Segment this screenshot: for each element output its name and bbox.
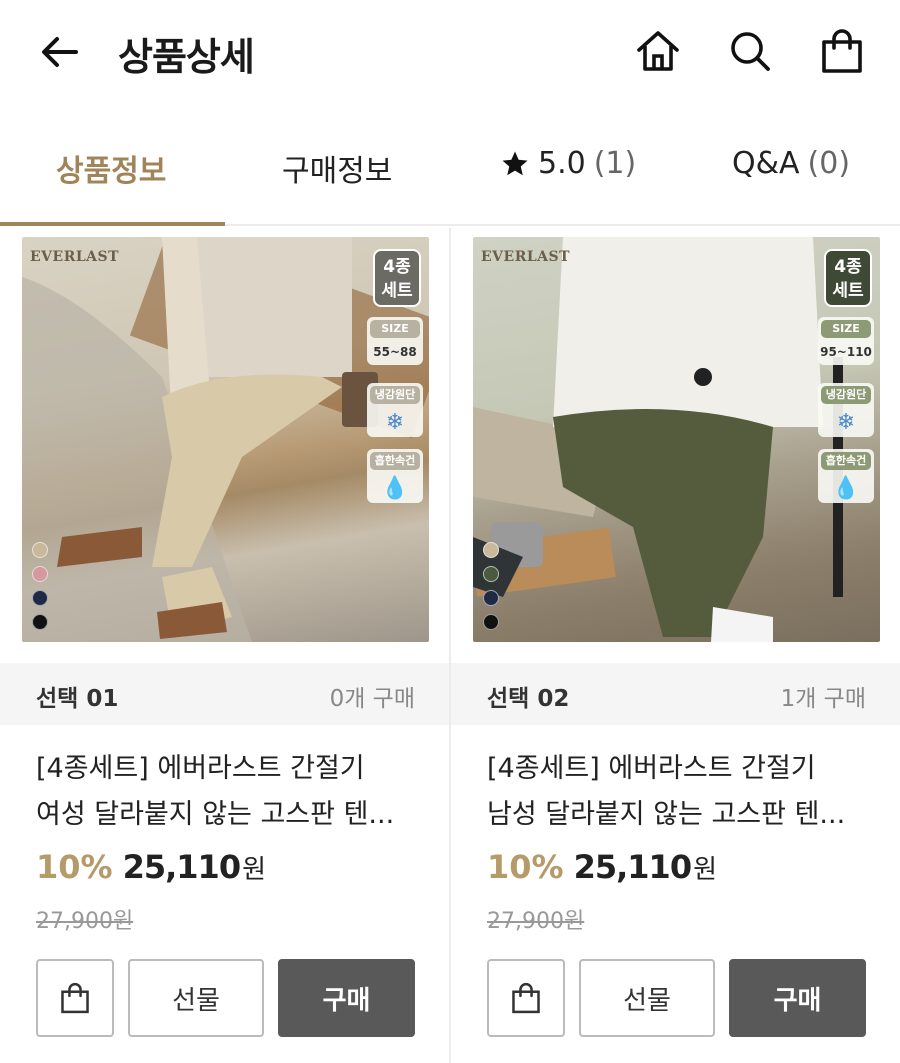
gift-button[interactable]: 선물	[128, 959, 264, 1037]
quickdry-badge: 흡한속건 💧	[818, 449, 874, 503]
rating-value: 5.0	[538, 146, 586, 181]
tab-label: 상품정보	[56, 154, 167, 189]
product-image[interactable]: EVERLAST 4종 세트 SIZE 95~110 냉감원단 ❄ 흡한속건 💧	[473, 237, 880, 642]
set-badge: 4종 세트	[824, 249, 872, 307]
cooling-badge: 냉감원단 ❄	[818, 383, 874, 437]
tab-product-info[interactable]: 상품정보	[56, 146, 166, 190]
add-to-cart-button[interactable]	[36, 959, 114, 1037]
size-badge: SIZE 55~88	[367, 317, 423, 365]
tab-bar: 상품정보 구매정보 5.0 (1) Q&A (0)	[0, 118, 900, 226]
shopping-bag-icon	[512, 982, 540, 1014]
shopping-bag-icon	[61, 982, 89, 1014]
product-image[interactable]: EVERLAST 4종 세트 SIZE 55~88 냉감원단 ❄ 흡한속건 💧	[22, 237, 429, 642]
sale-price: 25,110	[573, 848, 692, 886]
tab-qna[interactable]: Q&A (0)	[732, 146, 850, 181]
home-icon	[637, 31, 679, 71]
cooling-badge: 냉감원단 ❄	[367, 383, 423, 437]
discount-rate: 10%	[487, 848, 564, 886]
size-badge: SIZE 95~110	[818, 317, 874, 365]
size-range: 95~110	[820, 345, 872, 359]
swatch-pink	[32, 566, 48, 582]
star-icon	[502, 151, 528, 175]
option-bar: 선택 01 0개 구매	[0, 663, 449, 725]
swatch-black	[483, 614, 499, 630]
option-label: 선택 02	[487, 686, 570, 712]
product-name[interactable]: [4종세트] 에버라스트 간절기 여성 달라붙지 않는 고스판 텐...	[36, 746, 426, 838]
product-name-line: [4종세트] 에버라스트 간절기	[487, 753, 816, 784]
qna-count: (0)	[807, 146, 851, 181]
set-badge: 4종 세트	[373, 249, 421, 307]
tab-label: Q&A	[732, 146, 800, 181]
currency-unit: 원	[242, 855, 266, 885]
currency-unit: 원	[693, 855, 717, 885]
product-name-line: 여성 달라붙지 않는 고스판 텐...	[36, 799, 395, 830]
swatch-black	[32, 614, 48, 630]
product-name-line: [4종세트] 에버라스트 간절기	[36, 753, 365, 784]
product-name-line: 남성 달라붙지 않는 고스판 텐...	[487, 799, 846, 830]
feature-label: 냉감원단	[821, 386, 871, 404]
original-price: 27,900원	[487, 909, 585, 934]
product-name[interactable]: [4종세트] 에버라스트 간절기 남성 달라붙지 않는 고스판 텐...	[487, 746, 877, 838]
color-swatches	[483, 542, 499, 630]
buy-button[interactable]: 구매	[278, 959, 415, 1037]
original-price: 27,900원	[36, 909, 134, 934]
gift-button[interactable]: 선물	[579, 959, 715, 1037]
review-count: (1)	[593, 146, 637, 181]
brand-logo: EVERLAST	[481, 249, 571, 265]
product-card: EVERLAST 4종 세트 SIZE 95~110 냉감원단 ❄ 흡한속건 💧…	[451, 228, 900, 1063]
feature-label: 냉감원단	[370, 386, 420, 404]
tab-reviews[interactable]: 5.0 (1)	[500, 146, 636, 181]
back-button[interactable]	[36, 28, 84, 76]
brand-logo: EVERLAST	[30, 249, 120, 265]
search-icon	[731, 32, 770, 71]
active-tab-indicator	[0, 222, 225, 226]
swatch-navy	[32, 590, 48, 606]
swatch-khaki	[483, 566, 499, 582]
purchase-count: 1개 구매	[780, 686, 866, 712]
back-arrow-icon	[42, 37, 78, 67]
size-label: SIZE	[821, 320, 871, 338]
price-row: 10% 25,110 원	[487, 848, 717, 886]
snowflake-icon: ❄	[836, 409, 856, 435]
product-photo-illustration	[22, 237, 429, 642]
feature-label: 흡한속건	[370, 452, 420, 470]
snowflake-icon: ❄	[385, 409, 405, 435]
badge-text: 4종	[834, 257, 862, 277]
home-button[interactable]	[634, 27, 682, 75]
product-photo-illustration	[473, 237, 843, 642]
app-header: 상품상세	[0, 0, 900, 105]
tab-purchase-info[interactable]: 구매정보	[282, 146, 392, 190]
swatch-beige	[483, 542, 499, 558]
purchase-count: 0개 구매	[329, 686, 415, 712]
water-drop-icon: 💧	[832, 475, 860, 501]
product-card: EVERLAST 4종 세트 SIZE 55~88 냉감원단 ❄ 흡한속건 💧 …	[0, 228, 449, 1063]
search-button[interactable]	[726, 27, 774, 75]
badge-text: 세트	[832, 281, 864, 301]
sale-price: 25,110	[122, 848, 241, 886]
color-swatches	[32, 542, 48, 630]
quickdry-badge: 흡한속건 💧	[367, 449, 423, 503]
cart-button[interactable]	[818, 27, 866, 75]
badge-text: 세트	[381, 281, 413, 301]
price-row: 10% 25,110 원	[36, 848, 266, 886]
feature-label: 흡한속건	[821, 452, 871, 470]
swatch-navy	[483, 590, 499, 606]
add-to-cart-button[interactable]	[487, 959, 565, 1037]
swatch-beige	[32, 542, 48, 558]
tab-label: 구매정보	[282, 154, 393, 189]
discount-rate: 10%	[36, 848, 113, 886]
shopping-bag-icon	[822, 29, 862, 73]
size-label: SIZE	[370, 320, 420, 338]
page-title: 상품상세	[118, 35, 255, 79]
buy-button[interactable]: 구매	[729, 959, 866, 1037]
size-range: 55~88	[373, 345, 417, 359]
option-label: 선택 01	[36, 686, 119, 712]
badge-text: 4종	[383, 257, 411, 277]
option-bar: 선택 02 1개 구매	[451, 663, 900, 725]
water-drop-icon: 💧	[381, 475, 409, 501]
